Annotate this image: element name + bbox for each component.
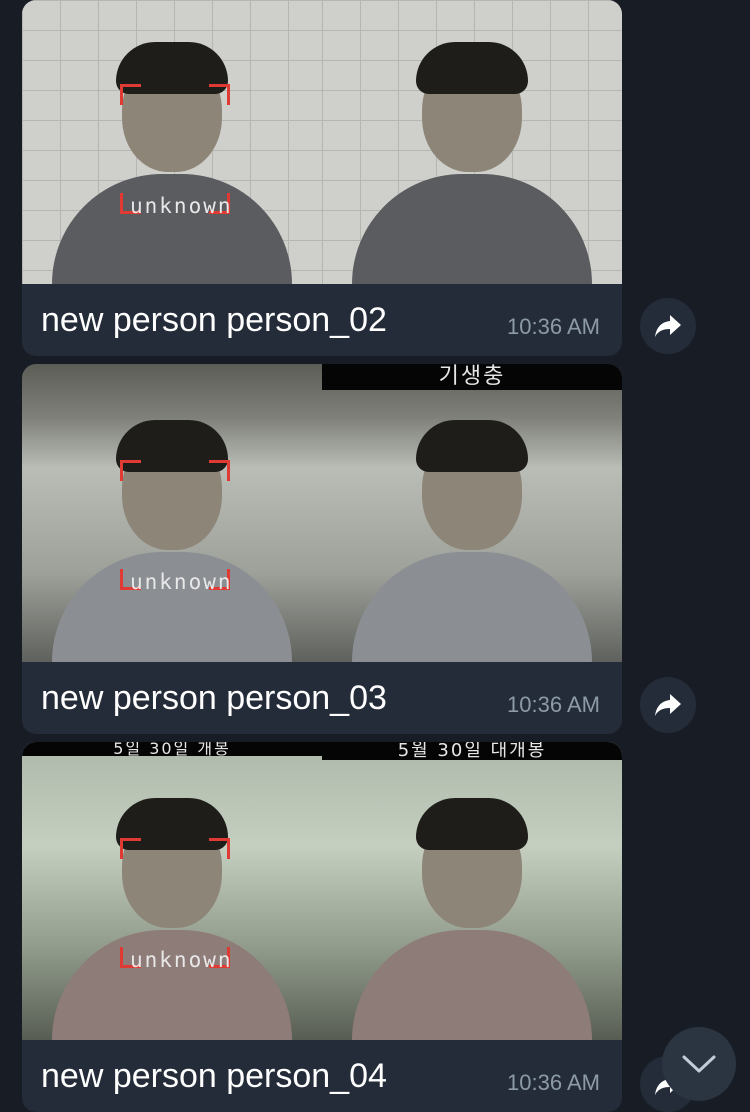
person-figure <box>352 392 592 662</box>
person-body <box>352 930 592 1040</box>
person-body <box>352 552 592 662</box>
person-hair <box>416 420 528 472</box>
message-time: 10:36 AM <box>507 314 600 339</box>
share-arrow-icon <box>655 315 681 337</box>
person-figure <box>352 14 592 284</box>
message-bubble[interactable]: unknown 기생충 new person person_03 10:36 A… <box>22 364 622 734</box>
message-bubble[interactable]: 5일 30일 개봉 unknown 5월 30일 대개봉 new person … <box>22 742 622 1112</box>
chat-history[interactable]: unknown new person person_02 10:36 AM un… <box>0 0 750 1112</box>
photo-pair[interactable]: 5일 30일 개봉 unknown 5월 30일 대개봉 <box>22 742 622 1040</box>
person-hair <box>416 798 528 850</box>
face-label: unknown <box>130 570 233 594</box>
message-bubble[interactable]: unknown new person person_02 10:36 AM <box>22 0 622 356</box>
caption-text: new person person_02 <box>41 300 387 339</box>
message-caption: new person person_02 10:36 AM <box>22 284 622 356</box>
message-time: 10:36 AM <box>507 692 600 717</box>
caption-text: new person person_04 <box>41 1056 387 1095</box>
caption-text: new person person_03 <box>41 678 387 717</box>
share-arrow-icon <box>655 694 681 716</box>
scroll-down-button[interactable] <box>662 1027 736 1101</box>
original-photo[interactable]: 5월 30일 대개봉 <box>322 742 622 1040</box>
photo-message[interactable]: unknown new person person_02 10:36 AM <box>22 0 622 356</box>
photo-overlay-text: 기생충 <box>322 364 622 390</box>
forward-button[interactable] <box>640 677 696 733</box>
forward-button[interactable] <box>640 298 696 354</box>
photo-overlay-text: 5월 30일 대개봉 <box>322 742 622 760</box>
chevron-down-icon <box>682 1055 716 1073</box>
photo-overlay-text: 5일 30일 개봉 <box>22 742 322 757</box>
original-photo[interactable]: 기생충 <box>322 364 622 662</box>
photo-message[interactable]: 5일 30일 개봉 unknown 5월 30일 대개봉 new person … <box>22 742 622 1112</box>
photo-pair[interactable]: unknown <box>22 0 622 284</box>
message-time: 10:36 AM <box>507 1070 600 1095</box>
face-label: unknown <box>130 194 233 218</box>
person-hair <box>416 42 528 94</box>
person-body <box>352 174 592 284</box>
face-label: unknown <box>130 948 233 972</box>
message-caption: new person person_04 10:36 AM <box>22 1040 622 1112</box>
original-photo[interactable] <box>322 0 622 284</box>
annotated-photo[interactable]: unknown <box>22 0 322 284</box>
annotated-photo[interactable]: unknown <box>22 364 322 662</box>
person-figure <box>352 770 592 1040</box>
message-caption: new person person_03 10:36 AM <box>22 662 622 734</box>
photo-pair[interactable]: unknown 기생충 <box>22 364 622 662</box>
annotated-photo[interactable]: 5일 30일 개봉 unknown <box>22 742 322 1040</box>
photo-message[interactable]: unknown 기생충 new person person_03 10:36 A… <box>22 364 622 734</box>
